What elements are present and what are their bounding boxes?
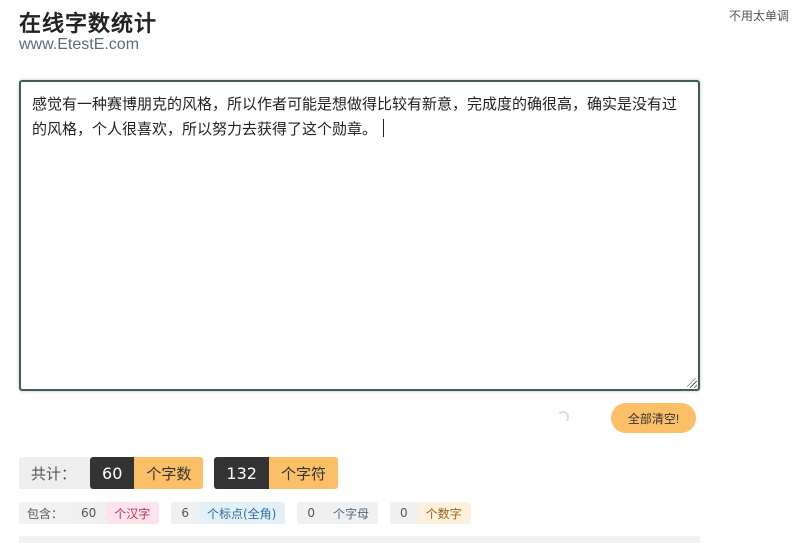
totals-label: 共计： bbox=[19, 457, 91, 489]
digit-count-stat: 0 个数字 bbox=[389, 502, 471, 524]
hanzi-count-unit: 个汉字 bbox=[106, 502, 160, 524]
digit-count-unit: 个数字 bbox=[417, 502, 471, 524]
char-count-value: 60 bbox=[90, 457, 135, 489]
letter-count-unit: 个字母 bbox=[324, 502, 378, 524]
loading-spinner-icon bbox=[557, 411, 569, 423]
text-input-value: 感觉有一种赛博朋克的风格，所以作者可能是想做得比较有新意，完成度的确很高，确实是… bbox=[32, 95, 678, 138]
char-count-stat: 60 个字数 bbox=[90, 457, 204, 489]
totals-bar: 共计： 60 个字数 132 个字符 bbox=[19, 457, 338, 489]
punct-count-stat: 6 个标点(全角) bbox=[171, 502, 286, 524]
text-caret bbox=[383, 119, 385, 137]
digit-count-value: 0 bbox=[389, 502, 418, 524]
resize-handle-icon[interactable] bbox=[687, 378, 696, 387]
symbol-count-stat: 132 个字符 bbox=[214, 457, 338, 489]
symbol-count-value: 132 bbox=[214, 457, 269, 489]
letter-count-stat: 0 个字母 bbox=[297, 502, 378, 524]
bottom-bar bbox=[19, 536, 700, 543]
punct-count-unit: 个标点(全角) bbox=[198, 502, 286, 524]
page-title: 在线字数统计 bbox=[19, 12, 158, 37]
corner-link[interactable]: 不用太单调 bbox=[729, 7, 789, 24]
letter-count-value: 0 bbox=[297, 502, 325, 524]
punct-count-value: 6 bbox=[171, 502, 199, 524]
breakdown-label-wrap: 包含： 60 个汉字 bbox=[19, 502, 160, 524]
site-url: www.EtestE.com bbox=[19, 36, 140, 53]
breakdown-bar: 包含： 60 个汉字 6 个标点(全角) 0 个字母 0 个数字 bbox=[19, 502, 471, 524]
text-input-area[interactable]: 感觉有一种赛博朋克的风格，所以作者可能是想做得比较有新意，完成度的确很高，确实是… bbox=[19, 80, 700, 391]
hanzi-count-value: 60 bbox=[71, 502, 107, 524]
symbol-count-unit: 个字符 bbox=[268, 457, 338, 489]
char-count-unit: 个字数 bbox=[134, 457, 204, 489]
page: 在线字数统计 www.EtestE.com 不用太单调 感觉有一种赛博朋克的风格… bbox=[0, 0, 797, 543]
breakdown-label: 包含： bbox=[19, 502, 72, 524]
clear-all-button[interactable]: 全部清空! bbox=[611, 403, 696, 433]
